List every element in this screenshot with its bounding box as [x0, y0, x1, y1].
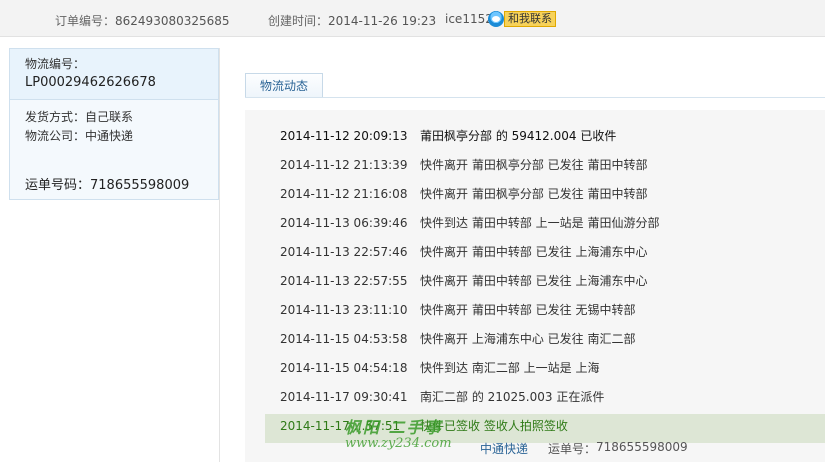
tracking-event-row: 2014-11-13 22:57:55 快件离开 莆田中转部 已发往 上海浦东中心: [280, 269, 820, 298]
event-time: 2014-11-13 23:11:10: [280, 303, 408, 317]
order-number-value: 862493080325685: [115, 14, 230, 28]
event-description: 快件离开 莆田中转部 已发往 上海浦东中心: [420, 245, 648, 259]
waybill-number: 运单号码：718655598009: [25, 174, 218, 193]
contact-seller-button[interactable]: 和我联系: [488, 11, 556, 27]
event-time: 2014-11-13 06:39:46: [280, 216, 408, 230]
event-description: 快件已签收 签收人拍照签收: [420, 419, 568, 433]
event-time: 2014-11-12 20:09:13: [280, 129, 408, 143]
tracking-event-row: 2014-11-13 06:39:46 快件到达 莆田中转部 上一站是 莆田仙游分…: [280, 211, 820, 240]
event-description: 快件离开 莆田中转部 已发往 无锡中转部: [420, 303, 636, 317]
waybill-label: 运单号码：: [25, 178, 91, 193]
event-description: 快件离开 莆田枫亭分部 已发往 莆田中转部: [420, 187, 648, 201]
created-time-value: 2014-11-26 19:23: [328, 14, 437, 28]
tracking-event-row: 2014-11-15 04:53:58 快件离开 上海浦东中心 已发往 南汇二部: [280, 327, 820, 356]
tracking-event-row: 2014-11-12 20:09:13 莆田枫亭分部 的 59412.004 已收…: [280, 124, 820, 153]
tracking-footer: 中通快递 运单号： 718655598009: [265, 440, 688, 458]
event-description: 快件到达 莆田中转部 上一站是 莆田仙游分部: [420, 216, 660, 230]
tracking-event-row: 2014-11-13 22:57:46 快件离开 莆田中转部 已发往 上海浦东中心: [280, 240, 820, 269]
event-time: 2014-11-17 …57:51: [280, 419, 401, 433]
contact-label[interactable]: 和我联系: [504, 11, 556, 27]
ship-method: 发货方式：自己联系: [25, 110, 134, 124]
logistics-number-block: 物流编号： LP00029462626678: [10, 49, 218, 100]
seller-name[interactable]: ice1152: [445, 12, 493, 26]
footer-waybill-value: 718655598009: [596, 440, 688, 454]
logistics-number-value: LP00029462626678: [25, 75, 156, 90]
created-time: 创建时间：2014-11-26 19:23: [268, 12, 436, 29]
event-description: 快件离开 莆田中转部 已发往 上海浦东中心: [420, 274, 648, 288]
order-info-bar: 订单编号：862493080325685 创建时间：2014-11-26 19:…: [0, 0, 825, 37]
order-number: 订单编号：862493080325685: [55, 12, 230, 29]
footer-waybill-label: 运单号：: [548, 442, 597, 456]
tracking-event-row: 2014-11-17 09:30:41 南汇二部 的 21025.003 正在派件: [280, 385, 820, 414]
event-description: 快件离开 上海浦东中心 已发往 南汇二部: [420, 332, 636, 346]
tab-underline: [245, 97, 825, 98]
shipping-details-block: 发货方式：自己联系 物流公司：中通快递 运单号码：718655598009: [10, 100, 218, 199]
chat-icon[interactable]: [488, 11, 504, 27]
footer-company-link[interactable]: 中通快递: [480, 440, 548, 458]
event-time: 2014-11-12 21:16:08: [280, 187, 408, 201]
tracking-event-row: 2014-11-12 21:16:08 快件离开 莆田枫亭分部 已发往 莆田中转部: [280, 182, 820, 211]
event-time: 2014-11-12 21:13:39: [280, 158, 408, 172]
created-time-label: 创建时间：: [268, 14, 329, 28]
column-divider: [219, 48, 220, 462]
event-time: 2014-11-17 09:30:41: [280, 390, 408, 404]
event-time: 2014-11-15 04:54:18: [280, 361, 408, 375]
event-description: 南汇二部 的 21025.003 正在派件: [420, 390, 605, 404]
event-time: 2014-11-13 22:57:55: [280, 274, 408, 288]
event-description: 莆田枫亭分部 的 59412.004 已收件: [420, 129, 617, 143]
logistics-number-label: 物流编号：: [25, 57, 86, 71]
tracking-event-row: 2014-11-17 …57:51 快件已签收 签收人拍照签收: [265, 414, 825, 443]
event-description: 快件到达 南汇二部 上一站是 上海: [420, 361, 600, 375]
tracking-event-row: 2014-11-13 23:11:10 快件离开 莆田中转部 已发往 无锡中转部: [280, 298, 820, 327]
tracking-event-row: 2014-11-12 21:13:39 快件离开 莆田枫亭分部 已发往 莆田中转部: [280, 153, 820, 182]
order-number-label: 订单编号：: [55, 14, 116, 28]
logistics-company: 物流公司：中通快递: [25, 129, 134, 143]
tab-logistics-tracking[interactable]: 物流动态: [245, 73, 323, 97]
event-description: 快件离开 莆田枫亭分部 已发往 莆田中转部: [420, 158, 648, 172]
logistics-info-panel: 物流编号： LP00029462626678 发货方式：自己联系 物流公司：中通…: [9, 48, 219, 200]
event-time: 2014-11-15 04:53:58: [280, 332, 408, 346]
tracking-event-row: 2014-11-15 04:54:18 快件到达 南汇二部 上一站是 上海: [280, 356, 820, 385]
event-time: 2014-11-13 22:57:46: [280, 245, 408, 259]
waybill-value: 718655598009: [90, 178, 190, 193]
